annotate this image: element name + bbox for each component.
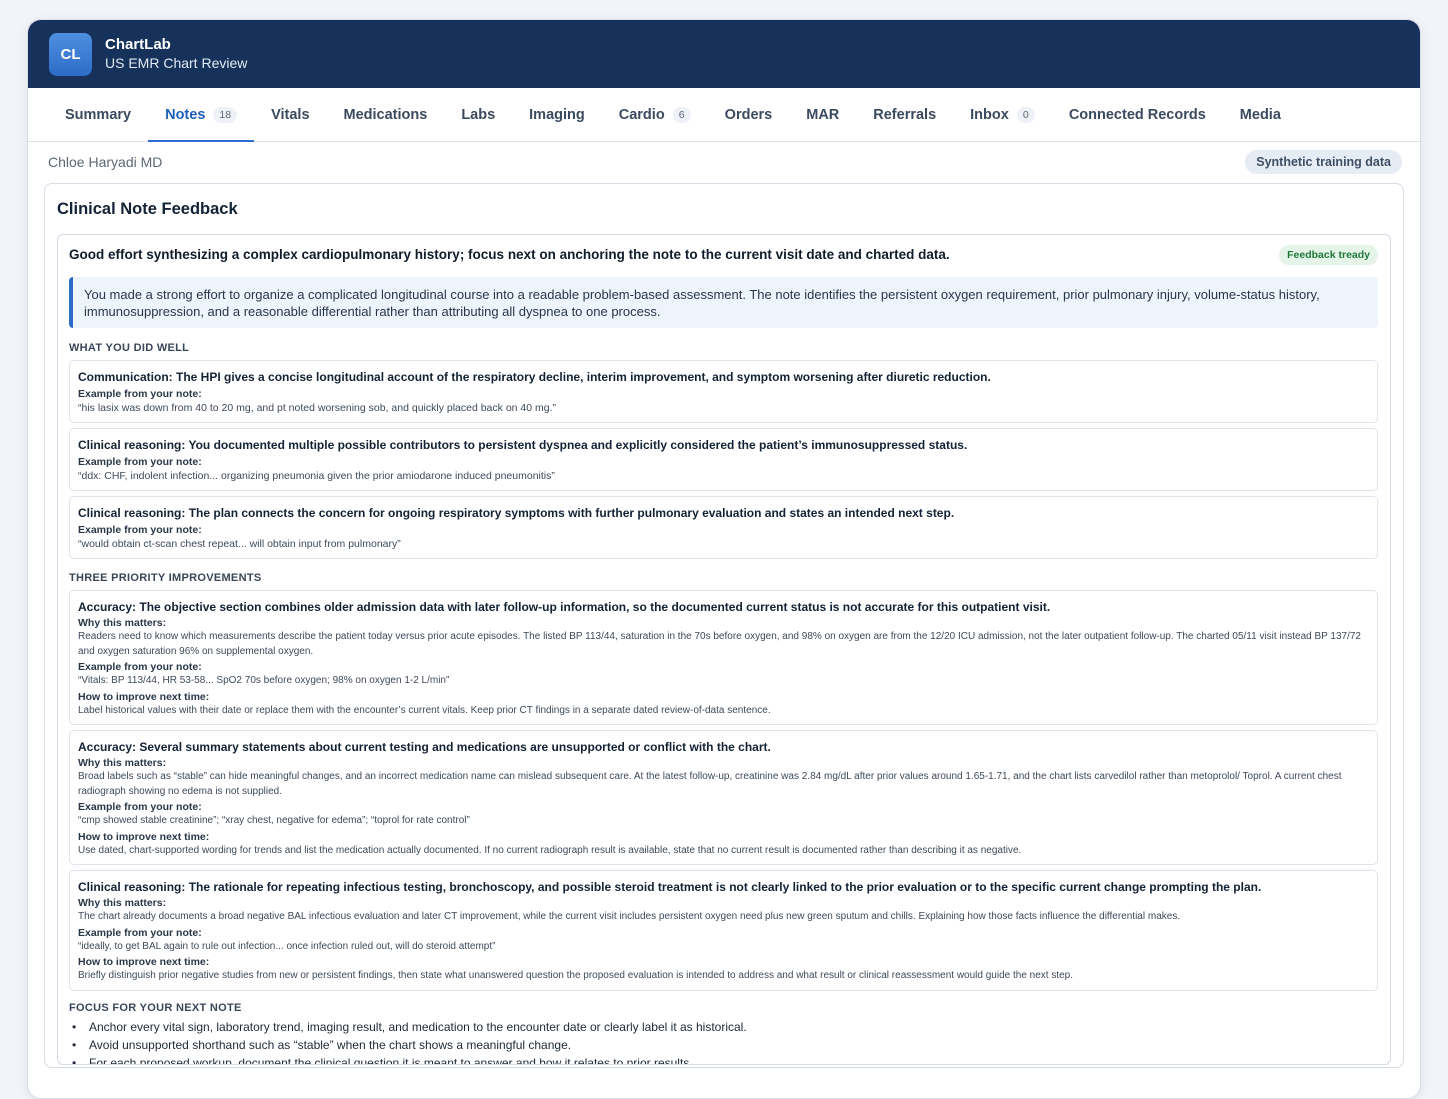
- how-text: Label historical values with their date …: [78, 704, 771, 716]
- improvements-heading: THREE PRIORITY IMPROVEMENTS: [69, 572, 262, 584]
- app-window: CL ChartLab US EMR Chart Review Summary N…: [27, 19, 1421, 1099]
- tab-notes[interactable]: Notes 18: [148, 88, 255, 142]
- why-text: The chart already documents a broad nega…: [78, 911, 1181, 922]
- focus-heading: FOCUS FOR YOUR NEXT NOTE: [69, 1001, 242, 1014]
- how-label: How to improve next time:: [78, 956, 210, 968]
- strengths-heading: WHAT YOU DID WELL: [69, 342, 190, 354]
- headline-row: Good effort synthesizing a complex cardi…: [69, 245, 1378, 265]
- tab-media[interactable]: Media: [1223, 88, 1298, 141]
- tab-connected-records[interactable]: Connected Records: [1052, 88, 1223, 141]
- example-quote: “ideally, to get BAL again to rule out i…: [78, 940, 496, 952]
- tab-referrals[interactable]: Referrals: [856, 88, 953, 141]
- strength-title: Communication: The HPI gives a concise l…: [78, 370, 991, 384]
- focus-list: Anchor every vital sign, laboratory tren…: [69, 1018, 1378, 1065]
- tab-label: Orders: [724, 106, 773, 123]
- strengths-list: Communication: The HPI gives a concise l…: [69, 360, 1378, 559]
- why-label: Why this matters:: [78, 897, 167, 909]
- improvement-title: Accuracy: The objective section combines…: [78, 600, 1051, 614]
- how-label: How to improve next time:: [78, 830, 210, 843]
- tab-label: Vitals: [271, 106, 310, 123]
- focus-item: Anchor every vital sign, laboratory tren…: [69, 1018, 1378, 1036]
- tab-label: Connected Records: [1068, 106, 1206, 123]
- example-quote: “ddx: CHF, indolent infection... organiz…: [78, 470, 555, 482]
- improvements-list: Accuracy: The objective section combines…: [69, 590, 1378, 991]
- why-text: Broad labels such as “stable” can hide m…: [78, 771, 1342, 797]
- why-text: Readers need to know which measurements …: [78, 631, 1361, 657]
- tab-count-badge: 0: [1016, 106, 1035, 123]
- tab-label: Cardio: [618, 106, 665, 123]
- tab-orders[interactable]: Orders: [708, 88, 790, 141]
- tab-label: Notes: [165, 106, 206, 123]
- strength-item: Clinical reasoning: The plan connects th…: [69, 496, 1378, 559]
- focus-item: Avoid unsupported shorthand such as “sta…: [69, 1036, 1378, 1054]
- example-label: Example from your note:: [78, 524, 202, 536]
- note-subheader: Chloe Haryadi MD Synthetic training data: [28, 142, 1420, 182]
- improvement-title: Accuracy: Several summary statements abo…: [78, 740, 771, 754]
- brand: ChartLab US EMR Chart Review: [105, 35, 247, 73]
- tab-count-badge: 18: [213, 106, 238, 123]
- strength-item: Clinical reasoning: You documented multi…: [69, 428, 1378, 491]
- why-label: Why this matters:: [78, 757, 167, 769]
- focus-item: For each proposed workup, document the c…: [69, 1054, 1378, 1065]
- example-quote: “cmp showed stable creatinine”; “xray ch…: [78, 815, 470, 826]
- example-label: Example from your note:: [78, 388, 202, 400]
- app-subtitle: US EMR Chart Review: [105, 55, 248, 71]
- tab-label: Summary: [65, 106, 132, 123]
- feedback-card: Clinical Note Feedback Good effort synth…: [44, 183, 1404, 1068]
- feedback-summary: You made a strong effort to organize a c…: [69, 277, 1378, 328]
- synthetic-data-badge: Synthetic training data: [1245, 150, 1402, 174]
- tab-imaging[interactable]: Imaging: [512, 88, 602, 141]
- example-quote: “his lasix was down from 40 to 20 mg, an…: [78, 402, 557, 414]
- feedback-headline: Good effort synthesizing a complex cardi…: [69, 247, 950, 262]
- how-label: How to improve next time:: [78, 690, 210, 703]
- feedback-status-badge: Feedback tready: [1279, 245, 1378, 265]
- tab-bar: Summary Notes 18 Vitals Medications Labs Imagi…: [28, 88, 1420, 142]
- strength-item: Communication: The HPI gives a concise l…: [69, 360, 1378, 423]
- app-name: ChartLab: [105, 36, 171, 53]
- improvement-item: Accuracy: The objective section combines…: [69, 590, 1378, 725]
- tab-count-badge: 6: [672, 106, 691, 123]
- app-logo[interactable]: CL: [49, 32, 92, 76]
- example-quote: “would obtain ct-scan chest repeat... wi…: [78, 538, 401, 550]
- example-label: Example from your note:: [78, 801, 202, 813]
- why-label: Why this matters:: [78, 617, 167, 629]
- tab-mar[interactable]: MAR: [789, 88, 856, 141]
- tab-label: MAR: [806, 106, 840, 123]
- card-title: Clinical Note Feedback: [57, 200, 238, 218]
- tab-label: Medications: [343, 106, 428, 123]
- tab-label: Imaging: [529, 106, 585, 123]
- how-text: Use dated, chart-supported wording for t…: [78, 844, 1022, 856]
- top-bar: CL ChartLab US EMR Chart Review: [28, 20, 1420, 88]
- improvement-item: Clinical reasoning: The rationale for re…: [69, 870, 1378, 991]
- tab-cardio[interactable]: Cardio 6: [602, 88, 708, 141]
- improvement-title: Clinical reasoning: The rationale for re…: [78, 880, 1262, 894]
- example-label: Example from your note:: [78, 926, 202, 939]
- author-name: Chloe Haryadi MD: [48, 154, 163, 170]
- tab-inbox[interactable]: Inbox 0: [953, 88, 1052, 141]
- strength-title: Clinical reasoning: The plan connects th…: [78, 506, 955, 520]
- tab-medications[interactable]: Medications: [327, 88, 445, 141]
- strength-title: Clinical reasoning: You documented multi…: [78, 438, 968, 452]
- example-label: Example from your note:: [78, 661, 202, 673]
- tab-label: Inbox: [970, 106, 1009, 123]
- example-quote: “Vitals: BP 113/44, HR 53-58... SpO2 70s…: [78, 675, 450, 686]
- feedback-panel: Good effort synthesizing a complex cardi…: [57, 234, 1391, 1065]
- tab-vitals[interactable]: Vitals: [254, 88, 326, 141]
- tab-label: Referrals: [873, 106, 937, 123]
- tab-labs[interactable]: Labs: [444, 88, 512, 141]
- improvement-item: Accuracy: Several summary statements abo…: [69, 730, 1378, 865]
- tab-summary[interactable]: Summary: [48, 88, 148, 141]
- example-label: Example from your note:: [78, 456, 202, 468]
- tab-label: Media: [1239, 106, 1281, 123]
- tab-label: Labs: [461, 106, 496, 123]
- how-text: Briefly distinguish prior negative studi…: [78, 970, 1074, 981]
